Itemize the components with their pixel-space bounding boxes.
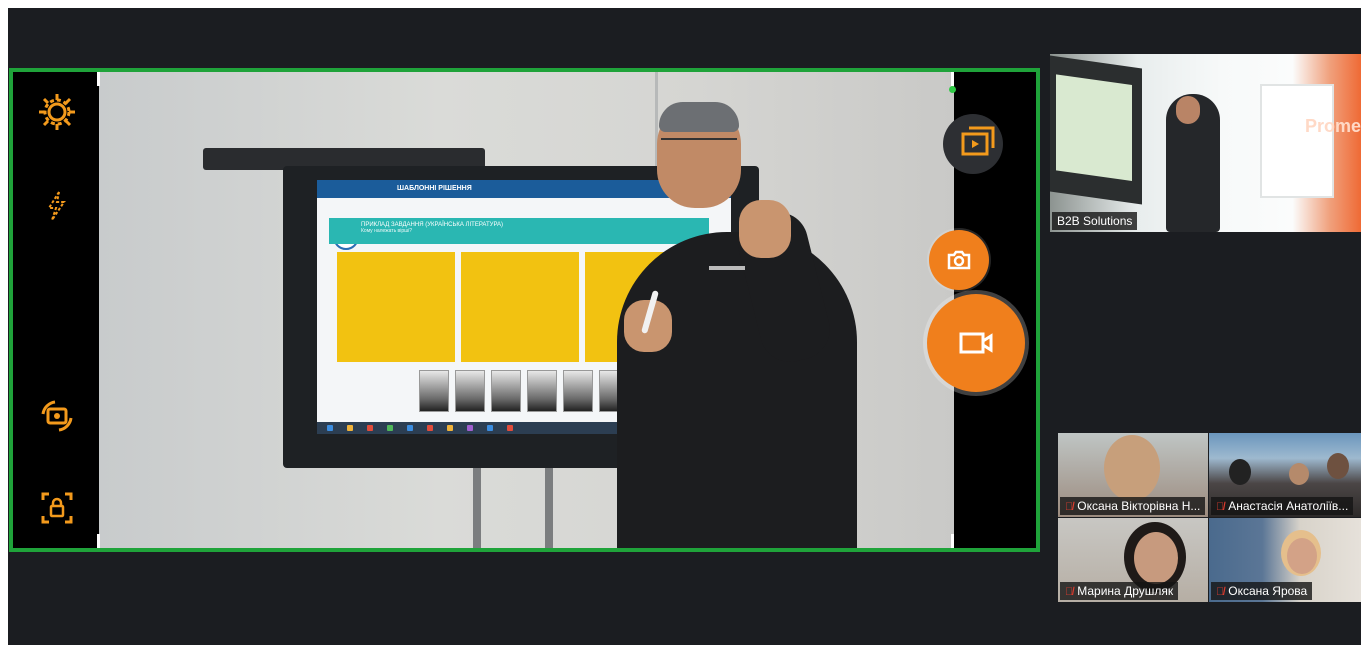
author-portrait xyxy=(419,370,449,412)
shirt-logo xyxy=(709,266,745,270)
participant-video xyxy=(1289,463,1309,485)
camera-icon xyxy=(947,250,971,270)
poem-card xyxy=(337,252,455,362)
crop-mark xyxy=(951,534,954,548)
participant-video xyxy=(1287,538,1317,574)
camera-feed: ШАБЛОННІ РІШЕННЯ ПРИКЛАД ЗАВДАННЯ (УКРАЇ… xyxy=(99,72,954,548)
tile-background xyxy=(1260,84,1334,198)
camera-switch-icon xyxy=(41,400,73,432)
participant-name: 🎙̸ Анастасія Анатоліїв... xyxy=(1211,497,1354,515)
tile-background: Prome xyxy=(1304,116,1361,136)
participant-name: 🎙̸ Марина Друшляк xyxy=(1060,582,1179,600)
author-portrait xyxy=(527,370,557,412)
mic-muted-icon: 🎙̸ xyxy=(1216,586,1225,598)
gear-icon xyxy=(39,94,75,130)
presenter-glasses xyxy=(661,138,737,156)
board-task-subtitle: Кому належать вірші? xyxy=(361,228,413,234)
crop-mark xyxy=(97,72,100,86)
participant-tile[interactable]: 🎙̸ Анастасія Анатоліїв... xyxy=(1209,433,1361,517)
gallery-play-icon xyxy=(961,126,995,156)
mic-muted-icon: 🎙̸ xyxy=(1216,501,1225,513)
participant-tile[interactable]: 🎙̸ Оксана Ярова xyxy=(1209,518,1361,602)
mic-muted-icon: 🎙̸ xyxy=(1065,586,1074,598)
board-task-title: ПРИКЛАД ЗАВДАННЯ (УКРАЇНСЬКА ЛІТЕРАТУРА)… xyxy=(329,218,709,244)
switch-camera-button[interactable] xyxy=(35,394,79,438)
tile-background xyxy=(1050,55,1142,205)
crop-mark xyxy=(97,534,100,548)
flash-button[interactable] xyxy=(35,184,79,228)
participant-video xyxy=(1104,435,1160,501)
focus-lock-button[interactable] xyxy=(35,486,79,530)
presenter xyxy=(617,232,857,548)
mic-muted-icon: 🎙̸ xyxy=(1065,501,1074,513)
record-video-button[interactable] xyxy=(927,294,1025,392)
flash-auto-icon xyxy=(47,191,66,221)
presenter-hair xyxy=(659,102,739,132)
participant-video xyxy=(1176,96,1200,124)
focus-lock-icon xyxy=(41,492,73,524)
take-photo-button[interactable] xyxy=(929,230,989,290)
poem-card xyxy=(461,252,579,362)
participant-tile[interactable]: 🎙̸ Оксана Вікторівна Н... xyxy=(1058,433,1208,517)
participant-name: 🎙̸ Оксана Ярова xyxy=(1211,582,1313,600)
gallery-button[interactable] xyxy=(957,120,1001,164)
board-stand xyxy=(473,468,481,548)
main-camera-view[interactable]: ШАБЛОННІ РІШЕННЯ ПРИКЛАД ЗАВДАННЯ (УКРАЇ… xyxy=(9,68,1040,552)
participant-video xyxy=(1134,532,1178,584)
status-dot xyxy=(949,86,956,93)
author-portrait xyxy=(563,370,593,412)
board-stand xyxy=(545,468,553,548)
presenter-fist xyxy=(739,200,791,258)
participant-video xyxy=(1327,453,1349,479)
video-camera-icon xyxy=(959,332,993,354)
participant-name: 🎙̸ Оксана Вікторівна Н... xyxy=(1060,497,1206,515)
participant-tile[interactable]: 🎙̸ Марина Друшляк xyxy=(1058,518,1208,602)
left-control-bar xyxy=(13,72,99,548)
author-portrait xyxy=(455,370,485,412)
settings-button[interactable] xyxy=(35,90,79,134)
participant-name: B2B Solutions xyxy=(1052,212,1138,230)
crop-mark xyxy=(951,72,954,86)
participant-tile[interactable]: Prome B2B Solutions xyxy=(1050,54,1361,232)
author-portrait xyxy=(491,370,521,412)
participant-video xyxy=(1229,459,1251,485)
